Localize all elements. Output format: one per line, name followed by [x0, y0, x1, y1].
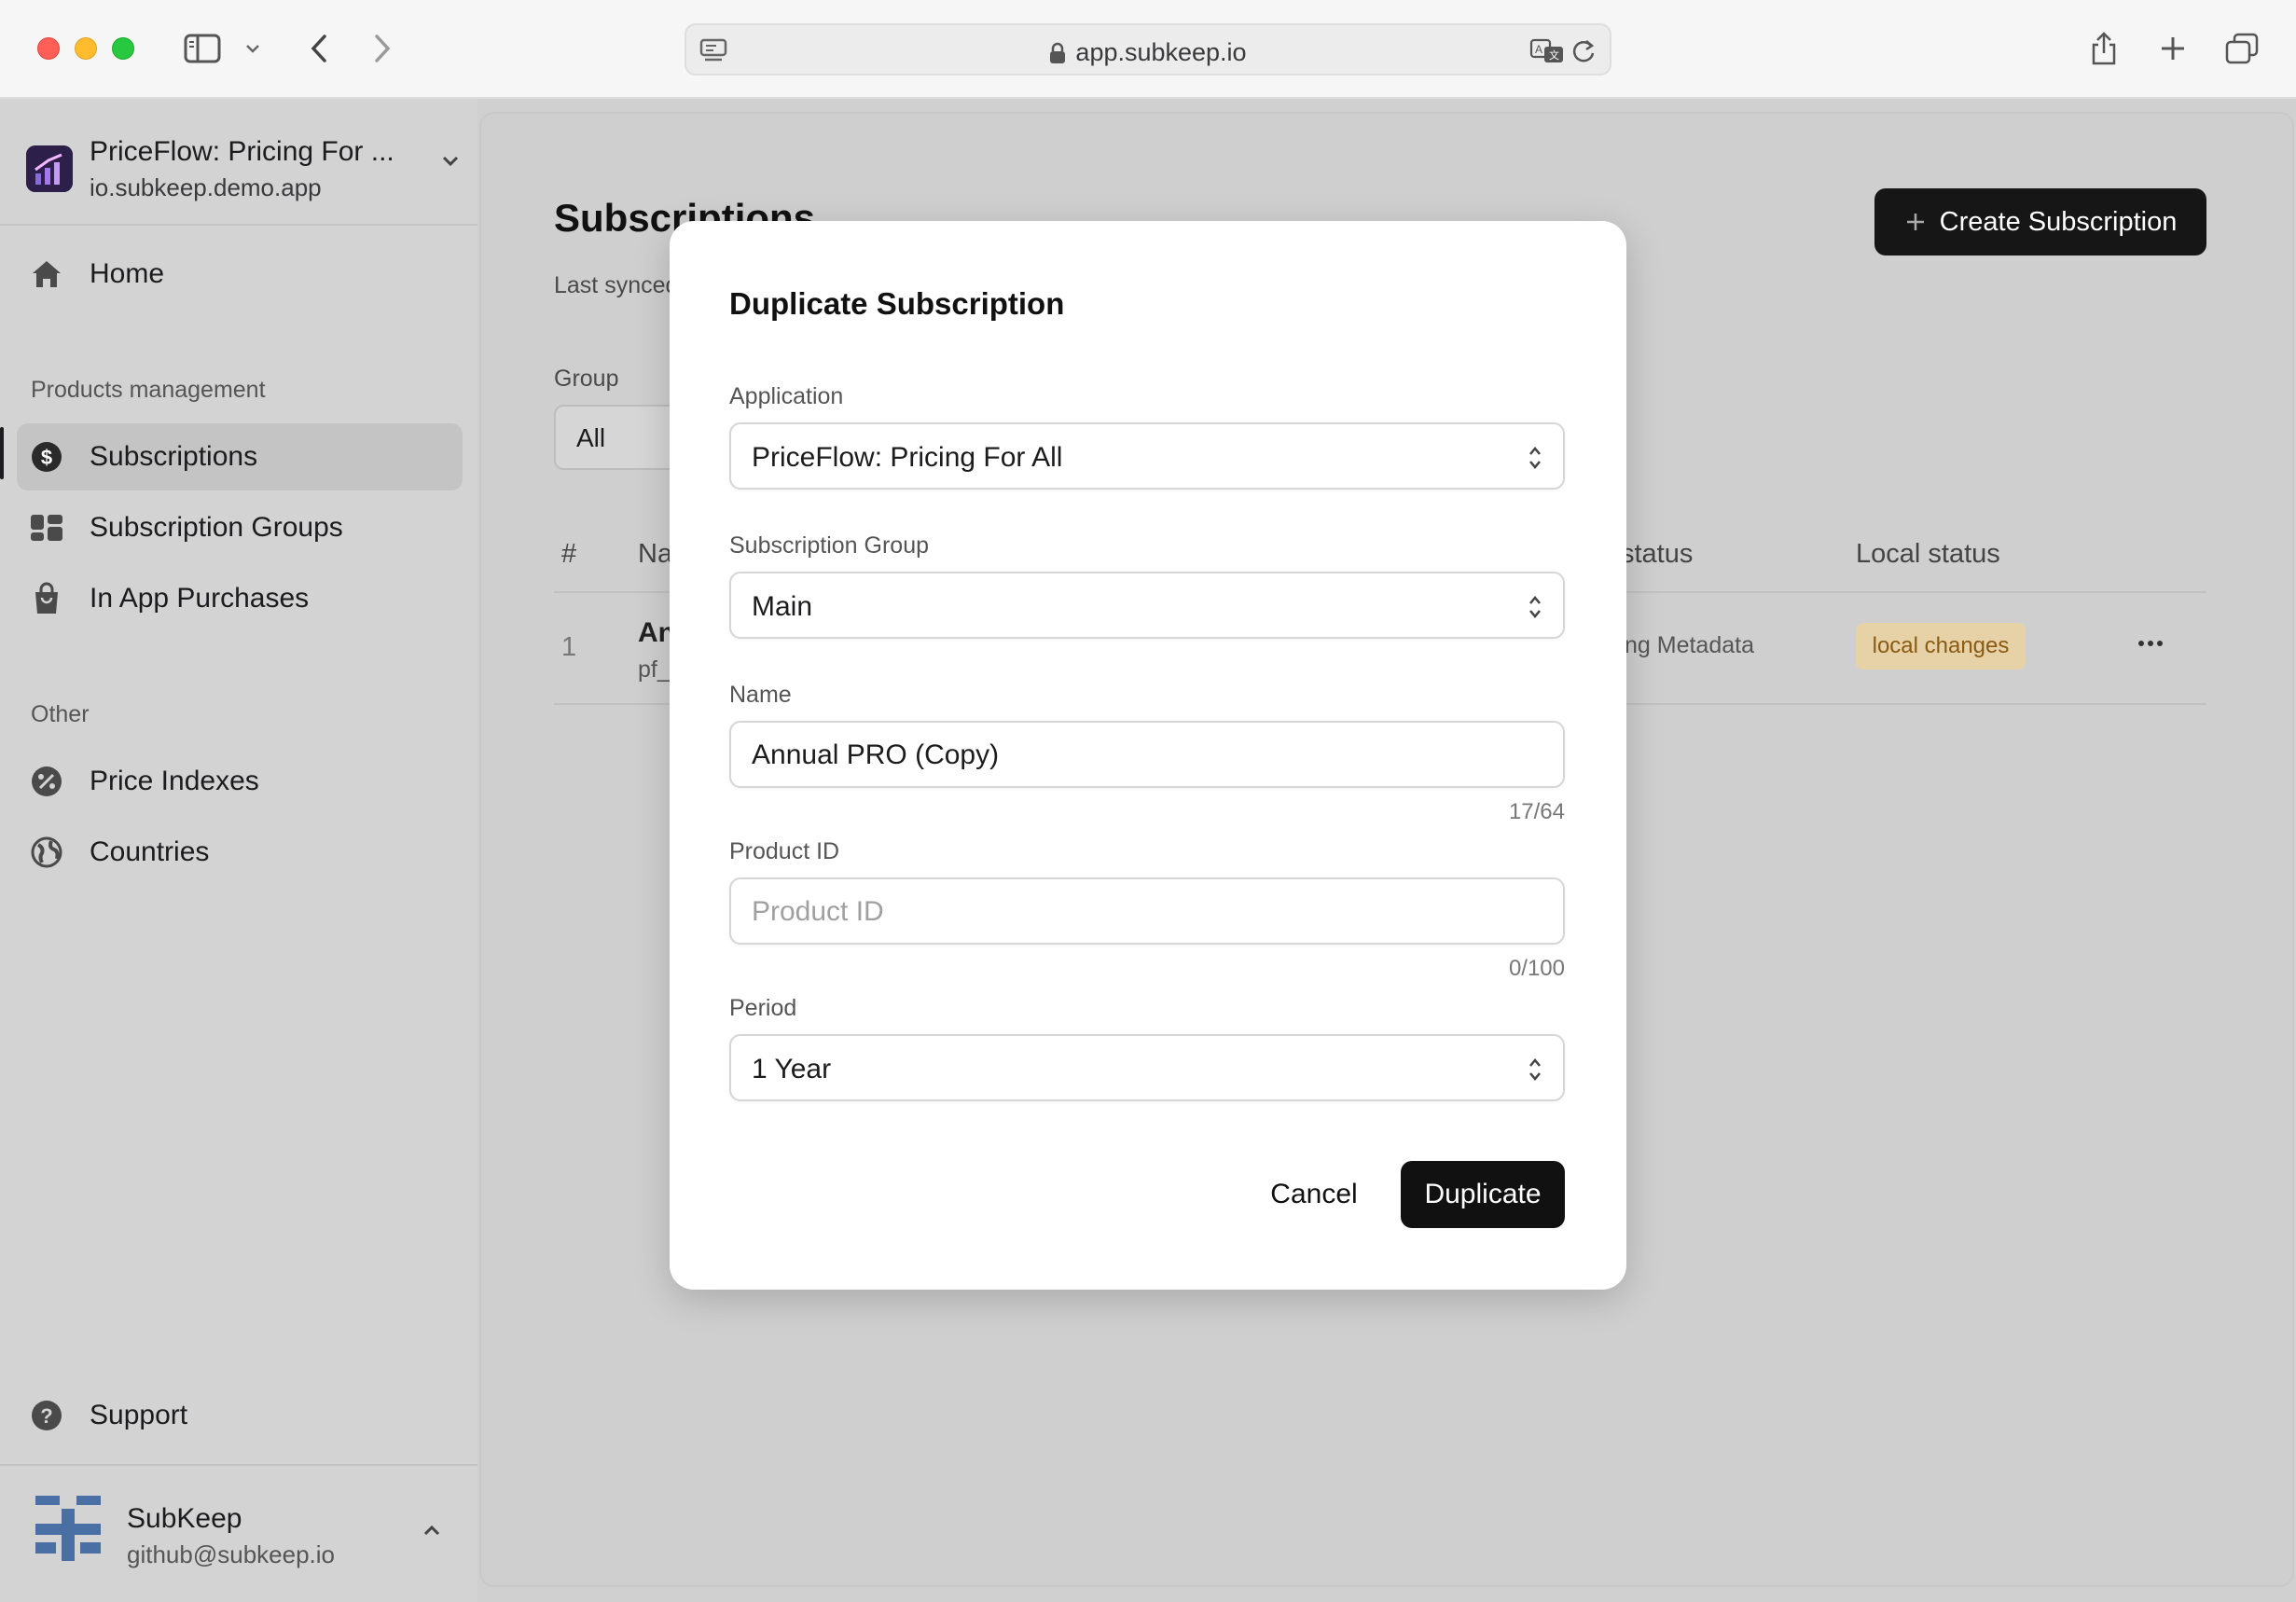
product-id-input[interactable]	[752, 892, 1535, 932]
product-id-char-counter: 0/100	[1508, 956, 1565, 981]
new-tab-icon[interactable]	[2154, 28, 2192, 69]
create-subscription-label: Create Subscription	[1939, 206, 2178, 237]
user-name: SubKeep	[127, 1503, 242, 1534]
translate-icon[interactable]: A文	[1529, 38, 1565, 64]
row-product-id: pf_	[638, 656, 671, 683]
sidebar-item-subscriptions[interactable]: $ Subscriptions	[17, 423, 463, 490]
application-label: Application	[729, 383, 844, 409]
row-index: 1	[561, 632, 577, 662]
duplicate-subscription-dialog: Duplicate Subscription Application Price…	[670, 221, 1626, 1290]
app-logo	[26, 145, 73, 192]
name-field[interactable]	[729, 721, 1565, 788]
name-label: Name	[729, 682, 792, 708]
chevron-up-down-icon	[1529, 1058, 1541, 1081]
sidebar-item-label: Support	[90, 1400, 188, 1430]
sidebar-item-label: Subscription Groups	[90, 512, 343, 543]
sidebar-item-subscription-groups[interactable]: Subscription Groups	[17, 494, 463, 561]
tab-overview-icon[interactable]	[2223, 28, 2261, 69]
sidebar-item-label: Home	[90, 258, 165, 289]
section-label-other: Other	[31, 701, 90, 727]
avatar	[35, 1496, 101, 1566]
globe-icon	[30, 836, 63, 869]
reload-icon[interactable]	[1570, 38, 1597, 64]
sidebar-item-label: In App Purchases	[90, 583, 310, 614]
app-bundle-id: io.subkeep.demo.app	[90, 173, 322, 201]
status-badge: local changes	[1856, 623, 2026, 670]
chevron-up-down-icon	[1529, 596, 1541, 618]
period-label: Period	[729, 995, 797, 1021]
divider	[0, 224, 477, 226]
svg-text:?: ?	[40, 1404, 52, 1428]
share-icon[interactable]	[2085, 28, 2123, 69]
subscription-group-value: Main	[752, 591, 813, 622]
sidebar-item-in-app-purchases[interactable]: In App Purchases	[17, 565, 463, 632]
column-header-local-status: Local status	[1856, 539, 2000, 569]
name-char-counter: 17/64	[1508, 799, 1565, 824]
create-subscription-button[interactable]: Create Subscription	[1874, 188, 2206, 255]
back-arrow-icon[interactable]	[298, 28, 339, 69]
sidebar-item-label: Subscriptions	[90, 441, 258, 472]
period-select[interactable]: 1 Year	[729, 1034, 1565, 1101]
sidebar-item-support[interactable]: ? Support	[17, 1382, 463, 1449]
application-value: PriceFlow: Pricing For All	[752, 442, 1063, 473]
sidebar-item-price-indexes[interactable]: Price Indexes	[17, 748, 463, 815]
sidebar-item-label: Price Indexes	[90, 766, 259, 796]
percent-badge-icon	[30, 765, 63, 798]
groups-icon	[30, 511, 63, 545]
minimize-window-button[interactable]	[75, 37, 97, 60]
chevron-up-icon	[422, 1524, 442, 1541]
dialog-title: Duplicate Subscription	[729, 286, 1065, 321]
duplicate-button[interactable]: Duplicate	[1401, 1161, 1565, 1228]
name-input[interactable]	[752, 736, 1535, 775]
lock-icon	[1050, 42, 1066, 63]
url-text: app.subkeep.io	[1075, 38, 1247, 66]
chevron-down-icon[interactable]	[241, 28, 265, 69]
address-bar[interactable]: app.subkeep.io A文	[685, 23, 1611, 76]
app-name: PriceFlow: Pricing For ...	[90, 136, 394, 167]
last-synced-text: Last synced	[554, 272, 679, 298]
chevron-down-icon	[440, 155, 461, 173]
dollar-icon: $	[30, 440, 63, 474]
row-status: ng Metadata	[1625, 632, 1754, 658]
column-header-index: #	[561, 539, 577, 569]
svg-text:A: A	[1535, 43, 1542, 56]
close-window-button[interactable]	[37, 37, 60, 60]
sidebar-item-home[interactable]: Home	[17, 241, 463, 308]
shopping-bag-icon	[30, 582, 63, 615]
user-menu[interactable]: SubKeep github@subkeep.io	[0, 1464, 477, 1602]
home-icon	[30, 257, 63, 291]
product-id-field[interactable]	[729, 877, 1565, 945]
svg-text:文: 文	[1549, 48, 1559, 62]
subscription-group-select[interactable]: Main	[729, 572, 1565, 639]
subscription-group-label: Subscription Group	[729, 532, 930, 559]
forward-arrow-icon[interactable]	[362, 28, 403, 69]
cancel-button[interactable]: Cancel	[1250, 1161, 1378, 1228]
group-filter-value: All	[576, 423, 606, 452]
svg-text:$: $	[41, 446, 52, 469]
column-header-status: status	[1621, 539, 1694, 569]
sidebar-toggle-icon[interactable]	[179, 28, 226, 69]
product-id-label: Product ID	[729, 838, 840, 864]
more-options-icon[interactable]	[2137, 636, 2164, 653]
application-select[interactable]: PriceFlow: Pricing For All	[729, 422, 1565, 490]
plus-icon	[1906, 214, 1924, 230]
sidebar: PriceFlow: Pricing For ... io.subkeep.de…	[0, 99, 477, 1602]
zoom-window-button[interactable]	[112, 37, 134, 60]
user-email: github@subkeep.io	[127, 1540, 335, 1568]
column-header-name: Na	[638, 539, 673, 569]
period-value: 1 Year	[752, 1054, 832, 1084]
section-label-products: Products management	[31, 377, 266, 403]
sidebar-item-label: Countries	[90, 836, 210, 867]
active-indicator	[0, 427, 4, 479]
help-icon: ?	[30, 1399, 63, 1432]
group-filter-label: Group	[554, 366, 619, 392]
browser-toolbar: app.subkeep.io A文	[0, 0, 2296, 99]
sidebar-item-countries[interactable]: Countries	[17, 819, 463, 886]
app-switcher[interactable]: PriceFlow: Pricing For ... io.subkeep.de…	[26, 132, 461, 222]
chevron-up-down-icon	[1529, 447, 1541, 469]
